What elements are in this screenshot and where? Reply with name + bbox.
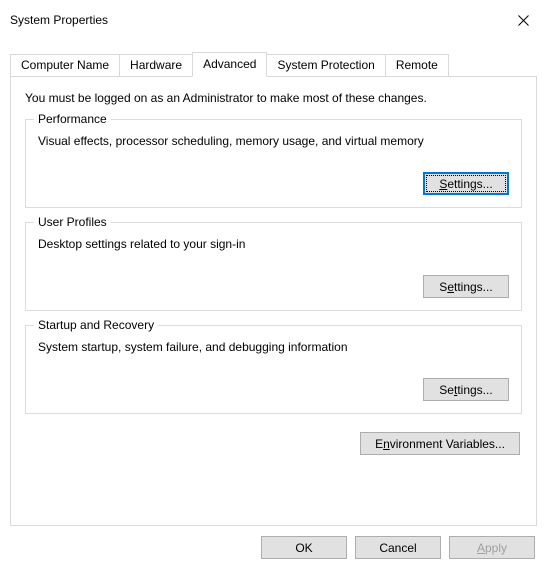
startup-settings-button[interactable]: Settings... [423,378,509,401]
tab-panel-advanced: You must be logged on as an Administrato… [10,76,537,526]
group-startup-recovery: Startup and Recovery System startup, sys… [25,325,522,414]
group-user-profiles-legend: User Profiles [34,215,111,229]
group-performance: Performance Visual effects, processor sc… [25,119,522,208]
close-icon [518,15,529,26]
environment-variables-button[interactable]: Environment Variables... [360,432,520,455]
intro-text: You must be logged on as an Administrato… [25,91,522,105]
group-performance-desc: Visual effects, processor scheduling, me… [38,134,509,148]
dialog-button-row: OK Cancel Apply [0,526,547,569]
group-startup-legend: Startup and Recovery [34,318,158,332]
group-user-profiles-desc: Desktop settings related to your sign-in [38,237,509,251]
group-performance-legend: Performance [34,112,111,126]
tab-computer-name[interactable]: Computer Name [10,54,120,78]
tabs-row: Computer Name Hardware Advanced System P… [10,52,537,76]
titlebar: System Properties [0,0,547,40]
performance-settings-button[interactable]: Settings... [423,172,509,195]
cancel-button[interactable]: Cancel [355,536,441,559]
tab-system-protection[interactable]: System Protection [266,54,385,78]
tab-remote[interactable]: Remote [385,54,449,78]
user-profiles-settings-button[interactable]: Settings... [423,275,509,298]
window-title: System Properties [10,13,108,27]
ok-button[interactable]: OK [261,536,347,559]
tab-advanced[interactable]: Advanced [192,52,267,77]
tab-hardware[interactable]: Hardware [119,54,193,78]
apply-button: Apply [449,536,535,559]
group-startup-desc: System startup, system failure, and debu… [38,340,509,354]
close-button[interactable] [511,8,535,32]
group-user-profiles: User Profiles Desktop settings related t… [25,222,522,311]
